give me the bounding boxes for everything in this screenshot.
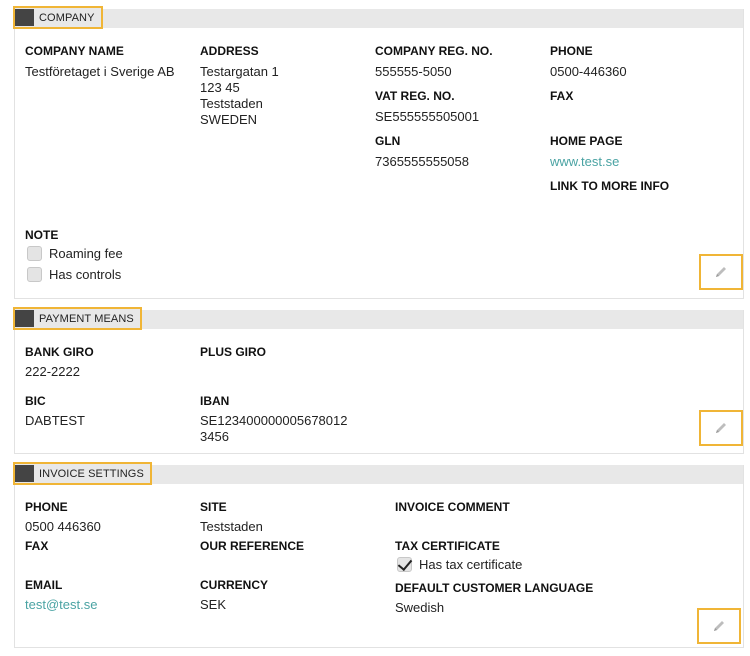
- bic-label: BIC: [25, 394, 46, 408]
- invoice-panel: INVOICE SETTINGS PHONE 0500 446360 SITE …: [13, 462, 744, 648]
- iban-line2: 3456: [200, 429, 229, 444]
- invoice-comment-label: INVOICE COMMENT: [395, 500, 510, 514]
- fax-label: FAX: [550, 89, 574, 103]
- email-link[interactable]: test@test.se: [25, 597, 97, 613]
- company-header-bar: [15, 9, 743, 28]
- company-title: COMPANY: [39, 11, 95, 24]
- note-label: NOTE: [25, 228, 59, 242]
- pencil-icon: [716, 267, 726, 277]
- section-marker-icon: [15, 310, 34, 327]
- payment-title: PAYMENT MEANS: [39, 312, 134, 325]
- has-tax-certificate-row[interactable]: Has tax certificate: [397, 557, 522, 572]
- phone-label: PHONE: [550, 44, 593, 58]
- home-page-label: HOME PAGE: [550, 134, 623, 148]
- payment-panel: PAYMENT MEANS BANK GIRO 222-2222 PLUS GI…: [13, 307, 744, 454]
- section-marker-icon: [15, 9, 34, 26]
- has-tax-certificate-label: Has tax certificate: [419, 557, 523, 572]
- email-label: EMAIL: [25, 578, 63, 592]
- address-label: ADDRESS: [200, 44, 259, 58]
- home-page-link[interactable]: www.test.se: [550, 154, 619, 170]
- address-line4: SWEDEN: [200, 112, 258, 127]
- has-tax-certificate-checkbox[interactable]: [397, 557, 412, 572]
- address-line1: Testargatan 1: [200, 64, 279, 79]
- pencil-icon: [716, 423, 726, 433]
- default-language-label: DEFAULT CUSTOMER LANGUAGE: [395, 581, 594, 595]
- bank-giro-value: 222-2222: [25, 364, 80, 379]
- company-name-label: COMPANY NAME: [25, 44, 124, 58]
- has-controls-checkbox[interactable]: [27, 267, 42, 282]
- tax-certificate-label: TAX CERTIFICATE: [395, 539, 500, 553]
- address-line2: 123 45: [200, 80, 240, 95]
- section-marker-icon: [15, 465, 34, 482]
- iban-line1: SE123400000005678012: [200, 413, 348, 428]
- more-info-label: LINK TO MORE INFO: [550, 179, 670, 193]
- roaming-fee-label: Roaming fee: [49, 246, 123, 261]
- company-edit-button[interactable]: [699, 254, 743, 290]
- iban-label: IBAN: [200, 394, 230, 408]
- invoice-section-tag: INVOICE SETTINGS: [13, 462, 152, 485]
- site-label: SITE: [200, 500, 227, 514]
- roaming-fee-checkbox[interactable]: [27, 246, 42, 261]
- vat-label: VAT REG. NO.: [375, 89, 455, 103]
- currency-label: CURRENCY: [200, 578, 269, 592]
- invoice-title: INVOICE SETTINGS: [39, 467, 144, 480]
- default-language-value: Swedish: [395, 600, 445, 615]
- bic-value: DABTEST: [25, 413, 85, 428]
- company-panel: COMPANY COMPANY NAME Testföretaget i Sve…: [13, 6, 744, 299]
- plus-giro-label: PLUS GIRO: [200, 345, 267, 359]
- invoice-edit-button[interactable]: [697, 608, 741, 644]
- payment-section-tag: PAYMENT MEANS: [13, 307, 142, 330]
- has-controls-row[interactable]: Has controls: [27, 267, 121, 282]
- site-value: Teststaden: [200, 519, 263, 534]
- invoice-fax-label: FAX: [25, 539, 49, 553]
- address-line3: Teststaden: [200, 96, 263, 111]
- reg-no-value: 555555-5050: [375, 64, 452, 79]
- bank-giro-label: BANK GIRO: [25, 345, 94, 359]
- company-section-tag: COMPANY: [13, 6, 103, 29]
- reg-no-label: COMPANY REG. NO.: [375, 44, 493, 58]
- vat-value: SE555555505001: [375, 109, 480, 124]
- roaming-fee-row[interactable]: Roaming fee: [27, 246, 123, 261]
- phone-value: 0500-446360: [550, 64, 627, 79]
- invoice-phone-label: PHONE: [25, 500, 68, 514]
- pencil-icon: [714, 621, 724, 631]
- company-name-value: Testföretaget i Sverige AB: [25, 64, 175, 79]
- gln-value: 7365555555058: [375, 154, 469, 169]
- has-controls-label: Has controls: [49, 267, 122, 282]
- currency-value: SEK: [200, 597, 227, 612]
- gln-label: GLN: [375, 134, 401, 148]
- our-reference-label: OUR REFERENCE: [200, 539, 305, 553]
- payment-edit-button[interactable]: [699, 410, 743, 446]
- invoice-phone-value: 0500 446360: [25, 519, 101, 534]
